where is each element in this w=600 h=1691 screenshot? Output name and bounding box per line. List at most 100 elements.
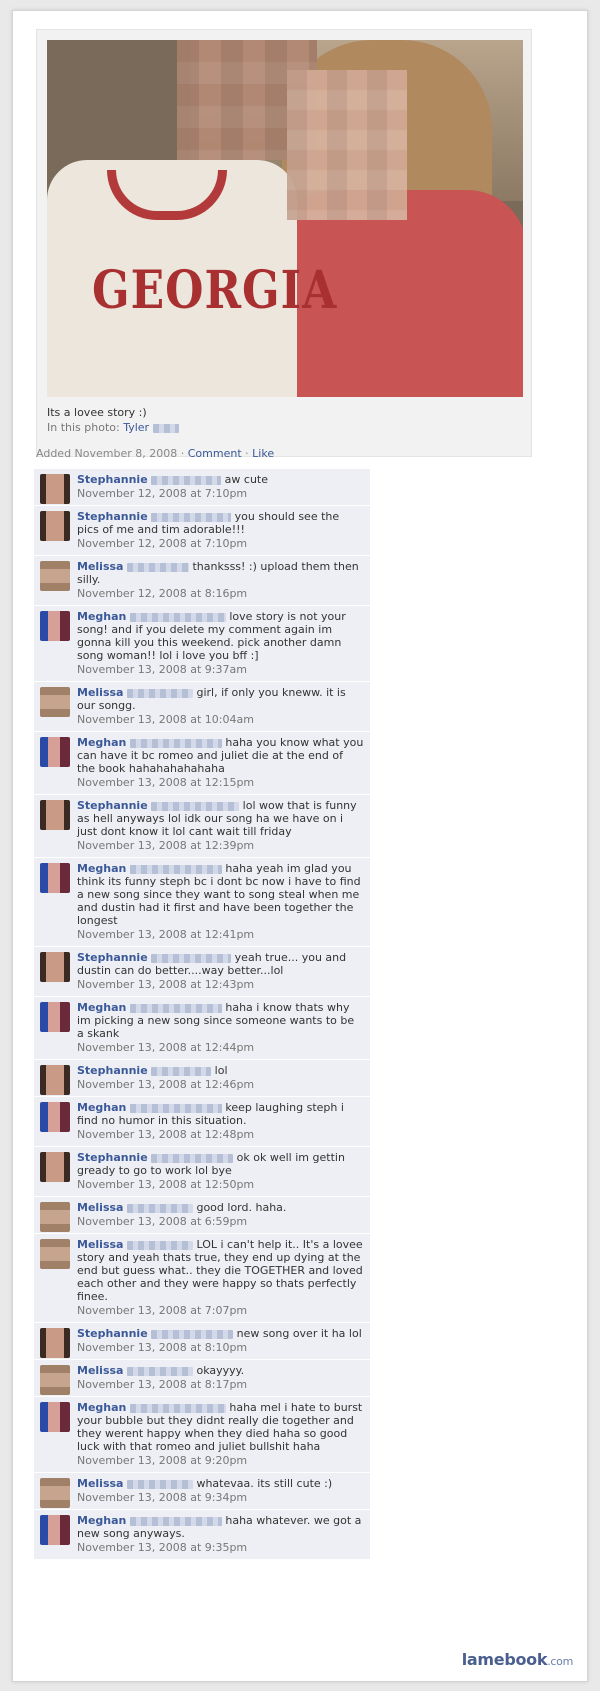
blurred-surname bbox=[126, 1366, 193, 1376]
comment: Meghan love story is not your song! and … bbox=[34, 606, 370, 682]
comment: Meghan haha i know thats why im picking … bbox=[34, 997, 370, 1060]
blurred-surname bbox=[126, 1479, 193, 1489]
commenter-name[interactable]: Melissa bbox=[77, 1477, 123, 1490]
comment: Meghan haha yeah im glad you think its f… bbox=[34, 858, 370, 947]
comment: Stephannie aw cute November 12, 2008 at 7… bbox=[34, 469, 370, 506]
commenter-avatar[interactable] bbox=[40, 474, 70, 504]
comment-text: aw cute bbox=[224, 473, 269, 486]
comment-timestamp: November 13, 2008 at 12:44pm bbox=[77, 1041, 255, 1054]
comment-text: whatevaa. its still cute :) bbox=[196, 1477, 333, 1490]
comment-timestamp: November 12, 2008 at 7:10pm bbox=[77, 537, 248, 550]
commenter-avatar[interactable] bbox=[40, 1102, 70, 1132]
commenter-avatar[interactable] bbox=[40, 1328, 70, 1358]
blurred-surname bbox=[151, 953, 232, 963]
commenter-name[interactable]: Stephannie bbox=[77, 951, 148, 964]
lamebook-logo[interactable]: lamebook.com bbox=[462, 1650, 574, 1669]
blurred-surname bbox=[151, 475, 222, 485]
commenter-name[interactable]: Melissa bbox=[77, 686, 123, 699]
comment: Meghan keep laughing steph i find no hum… bbox=[34, 1097, 370, 1147]
like-link[interactable]: Like bbox=[252, 447, 274, 460]
blurred-surname bbox=[129, 1003, 222, 1013]
commenter-name[interactable]: Stephannie bbox=[77, 1151, 148, 1164]
commenter-avatar[interactable] bbox=[40, 1365, 70, 1395]
comment-timestamp: November 12, 2008 at 7:10pm bbox=[77, 487, 248, 500]
blurred-surname bbox=[126, 1240, 193, 1250]
commenter-avatar[interactable] bbox=[40, 511, 70, 541]
comment: Stephannie ok ok well im gettin gready t… bbox=[34, 1147, 370, 1197]
comment: Stephannie new song over it ha lol Novemb… bbox=[34, 1323, 370, 1360]
blurred-surname bbox=[129, 1403, 226, 1413]
commenter-avatar[interactable] bbox=[40, 863, 70, 893]
comment-text: okayyyy. bbox=[196, 1364, 245, 1377]
comment-timestamp: November 13, 2008 at 12:15pm bbox=[77, 776, 255, 789]
commenter-name[interactable]: Stephannie bbox=[77, 799, 148, 812]
commenter-name[interactable]: Stephannie bbox=[77, 473, 148, 486]
comment-timestamp: November 13, 2008 at 12:46pm bbox=[77, 1078, 255, 1091]
comment: Melissa whatevaa. its still cute :) Novem… bbox=[34, 1473, 370, 1510]
comment-timestamp: November 12, 2008 at 8:16pm bbox=[77, 587, 248, 600]
blurred-surname bbox=[151, 1329, 234, 1339]
comment: Stephannie you should see the pics of me… bbox=[34, 506, 370, 556]
commenter-name[interactable]: Melissa bbox=[77, 560, 123, 573]
in-this-photo: In this photo: Tyler bbox=[47, 421, 179, 434]
commenter-name[interactable]: Meghan bbox=[77, 736, 126, 749]
commenter-name[interactable]: Melissa bbox=[77, 1238, 123, 1251]
commenter-avatar[interactable] bbox=[40, 1065, 70, 1095]
blurred-surname bbox=[129, 612, 226, 622]
commenter-avatar[interactable] bbox=[40, 952, 70, 982]
commenter-name[interactable]: Meghan bbox=[77, 862, 126, 875]
comment-timestamp: November 13, 2008 at 8:10pm bbox=[77, 1341, 248, 1354]
blurred-surname bbox=[151, 801, 240, 811]
comment: Stephannie yeah true... you and dustin c… bbox=[34, 947, 370, 997]
comment-timestamp: November 13, 2008 at 12:50pm bbox=[77, 1178, 255, 1191]
comment-text: new song over it ha lol bbox=[236, 1327, 362, 1340]
blurred-surname bbox=[129, 864, 222, 874]
comment-timestamp: November 13, 2008 at 12:43pm bbox=[77, 978, 255, 991]
commenter-avatar[interactable] bbox=[40, 737, 70, 767]
commenter-name[interactable]: Melissa bbox=[77, 1201, 123, 1214]
blurred-surname bbox=[126, 562, 189, 572]
blurred-surname bbox=[129, 738, 222, 748]
shirt-text: GEORGIA bbox=[92, 259, 338, 322]
comment-timestamp: November 13, 2008 at 9:20pm bbox=[77, 1454, 248, 1467]
blurred-surname bbox=[151, 1153, 234, 1163]
commenter-name[interactable]: Meghan bbox=[77, 610, 126, 623]
commenter-name[interactable]: Meghan bbox=[77, 1514, 126, 1527]
commenter-avatar[interactable] bbox=[40, 687, 70, 717]
commenter-avatar[interactable] bbox=[40, 1202, 70, 1232]
comment: Melissa good lord. haha. November 13, 200… bbox=[34, 1197, 370, 1234]
commenter-name[interactable]: Stephannie bbox=[77, 510, 148, 523]
commenter-name[interactable]: Meghan bbox=[77, 1001, 126, 1014]
comment-timestamp: November 13, 2008 at 9:37am bbox=[77, 663, 247, 676]
comment: Meghan haha mel i hate to burst your bub… bbox=[34, 1397, 370, 1473]
comment: Stephannie lol November 13, 2008 at 12:46… bbox=[34, 1060, 370, 1097]
post-meta: Added November 8, 2008 · Comment · Like bbox=[36, 447, 275, 460]
commenter-avatar[interactable] bbox=[40, 1402, 70, 1432]
commenter-avatar[interactable] bbox=[40, 1515, 70, 1545]
commenter-avatar[interactable] bbox=[40, 1478, 70, 1508]
commenter-name[interactable]: Meghan bbox=[77, 1401, 126, 1414]
commenter-name[interactable]: Meghan bbox=[77, 1101, 126, 1114]
comment-timestamp: November 13, 2008 at 12:41pm bbox=[77, 928, 255, 941]
commenter-avatar[interactable] bbox=[40, 561, 70, 591]
commenter-avatar[interactable] bbox=[40, 800, 70, 830]
blurred-surname bbox=[151, 1066, 212, 1076]
tagged-photo[interactable]: GEORGIA bbox=[47, 40, 523, 397]
commenter-avatar[interactable] bbox=[40, 1002, 70, 1032]
comment: Melissa girl, if only you kneww. it is o… bbox=[34, 682, 370, 732]
tagged-person-link[interactable]: Tyler bbox=[123, 421, 149, 434]
blurred-surname bbox=[126, 688, 193, 698]
comment-link[interactable]: Comment bbox=[188, 447, 242, 460]
blurred-surname bbox=[152, 423, 179, 433]
comment-timestamp: November 13, 2008 at 12:39pm bbox=[77, 839, 255, 852]
commenter-name[interactable]: Stephannie bbox=[77, 1327, 148, 1340]
blurred-surname bbox=[129, 1516, 222, 1526]
commenter-name[interactable]: Melissa bbox=[77, 1364, 123, 1377]
comment-timestamp: November 13, 2008 at 8:17pm bbox=[77, 1378, 248, 1391]
commenter-avatar[interactable] bbox=[40, 1152, 70, 1182]
commenter-name[interactable]: Stephannie bbox=[77, 1064, 148, 1077]
commenter-avatar[interactable] bbox=[40, 611, 70, 641]
blurred-surname bbox=[126, 1203, 193, 1213]
comment-timestamp: November 13, 2008 at 10:04am bbox=[77, 713, 254, 726]
commenter-avatar[interactable] bbox=[40, 1239, 70, 1269]
